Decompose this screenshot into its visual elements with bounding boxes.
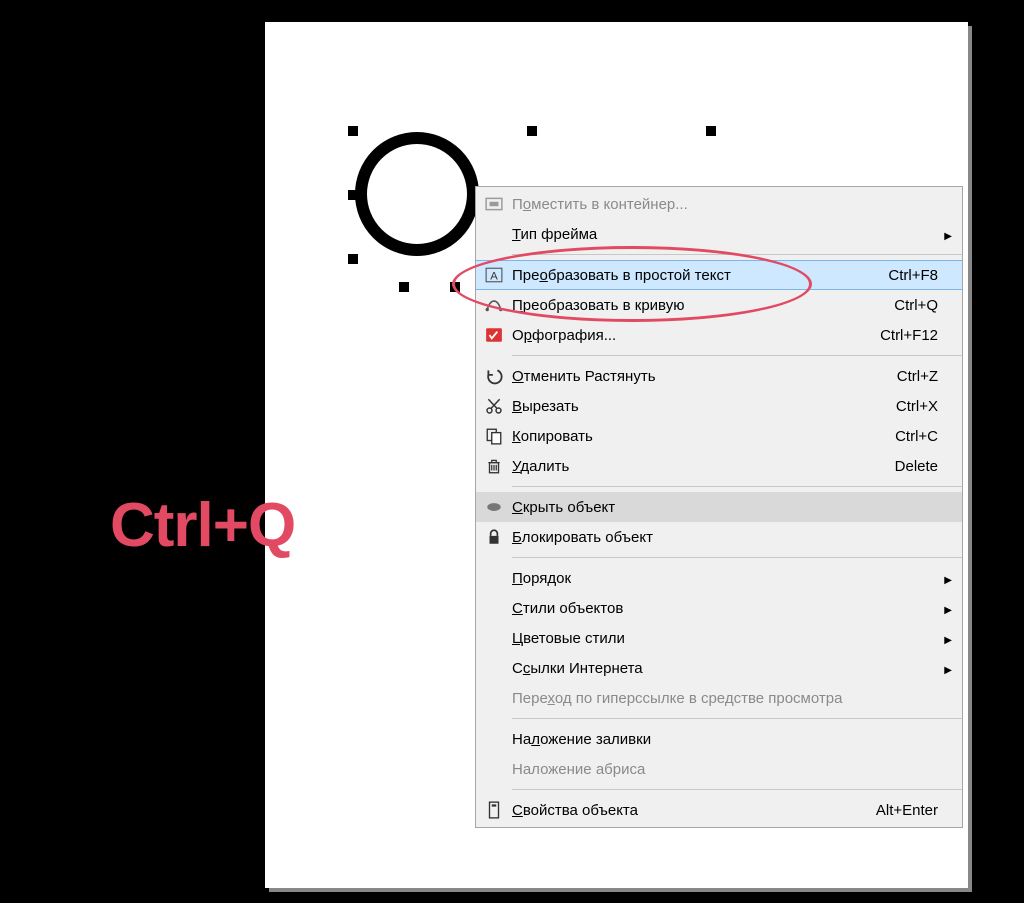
copy-icon: [476, 427, 512, 445]
submenu-arrow-icon: ▶: [938, 226, 952, 243]
submenu-arrow-icon: ▶: [938, 600, 952, 617]
menu-item-delete[interactable]: УдалитьDelete: [476, 451, 962, 481]
menu-item-frame-type[interactable]: Тип фрейма▶: [476, 219, 962, 249]
menu-item-outline-overprint: Наложение абриса: [476, 754, 962, 784]
undo-icon: [476, 367, 512, 385]
selection-handle[interactable]: [348, 190, 358, 200]
menu-item-label: Скрыть объект: [512, 499, 938, 516]
menu-item-label: Наложение заливки: [512, 731, 938, 748]
menu-item-label: Блокировать объект: [512, 529, 938, 546]
menu-item-label: Отменить Растянуть: [512, 368, 897, 385]
submenu-arrow-icon: ▶: [938, 630, 952, 647]
curve-convert-icon: [476, 296, 512, 314]
menu-item-shortcut: Alt+Enter: [876, 802, 938, 819]
menu-separator: [512, 355, 962, 356]
menu-item-label: Переход по гиперссылке в средстве просмо…: [512, 690, 938, 707]
menu-item-label: Копировать: [512, 428, 895, 445]
menu-item-shortcut: Ctrl+Q: [894, 297, 938, 314]
menu-item-convert-plain-text[interactable]: A Преобразовать в простой текстCtrl+F8: [476, 260, 962, 290]
menu-item-label: Стили объектов: [512, 600, 938, 617]
menu-item-color-styles[interactable]: Цветовые стили▶: [476, 623, 962, 653]
selected-text-glyph[interactable]: [355, 132, 479, 256]
ellipse-icon: [476, 498, 512, 516]
menu-item-label: Вырезать: [512, 398, 896, 415]
menu-separator: [512, 718, 962, 719]
menu-separator: [512, 254, 962, 255]
menu-item-shortcut: Ctrl+X: [896, 398, 938, 415]
menu-item-cut[interactable]: ВырезатьCtrl+X: [476, 391, 962, 421]
menu-item-place-in-container: Поместить в контейнер...: [476, 189, 962, 219]
selection-handle[interactable]: [348, 254, 358, 264]
menu-item-shortcut: Ctrl+F8: [888, 267, 938, 284]
menu-item-shortcut: Ctrl+C: [895, 428, 938, 445]
menu-item-fill-overprint[interactable]: Наложение заливки: [476, 724, 962, 754]
menu-item-label: Преобразовать в простой текст: [512, 267, 888, 284]
svg-text:A: A: [490, 271, 498, 283]
context-menu: Поместить в контейнер...Тип фрейма▶AПрео…: [475, 186, 963, 828]
menu-item-undo-stretch[interactable]: Отменить РастянутьCtrl+Z: [476, 361, 962, 391]
properties-icon: [476, 801, 512, 819]
submenu-arrow-icon: ▶: [938, 660, 952, 677]
menu-item-label: Удалить: [512, 458, 895, 475]
trash-icon: [476, 457, 512, 475]
annotation-shortcut-label: Ctrl+Q: [110, 490, 295, 561]
menu-item-label: Тип фрейма: [512, 226, 938, 243]
menu-item-shortcut: Delete: [895, 458, 938, 475]
menu-item-label: Порядок: [512, 570, 938, 587]
menu-item-order[interactable]: Порядок▶: [476, 563, 962, 593]
menu-item-label: Цветовые стили: [512, 630, 938, 647]
menu-item-object-styles[interactable]: Стили объектов▶: [476, 593, 962, 623]
submenu-arrow-icon: ▶: [938, 570, 952, 587]
menu-item-copy[interactable]: КопироватьCtrl+C: [476, 421, 962, 451]
menu-item-label: Наложение абриса: [512, 761, 938, 778]
menu-item-convert-to-curve[interactable]: Преобразовать в кривуюCtrl+Q: [476, 290, 962, 320]
cut-icon: [476, 397, 512, 415]
menu-item-label: Ссылки Интернета: [512, 660, 938, 677]
selection-handle[interactable]: [706, 126, 716, 136]
menu-separator: [512, 557, 962, 558]
selection-handle[interactable]: [527, 126, 537, 136]
menu-item-hyperlink-viewer: Переход по гиперссылке в средстве просмо…: [476, 683, 962, 713]
menu-item-hide-object[interactable]: Скрыть объект: [476, 492, 962, 522]
menu-item-shortcut: Ctrl+Z: [897, 368, 938, 385]
menu-item-shortcut: Ctrl+F12: [880, 327, 938, 344]
selection-handle[interactable]: [399, 282, 409, 292]
menu-separator: [512, 789, 962, 790]
menu-item-label: Преобразовать в кривую: [512, 297, 894, 314]
spellcheck-icon: [476, 326, 512, 344]
menu-item-label: Свойства объекта: [512, 802, 876, 819]
menu-item-lock-object[interactable]: Блокировать объект: [476, 522, 962, 552]
menu-item-label: Орфография...: [512, 327, 880, 344]
menu-item-label: Поместить в контейнер...: [512, 196, 938, 213]
menu-item-internet-links[interactable]: Ссылки Интернета▶: [476, 653, 962, 683]
selection-handle[interactable]: [348, 126, 358, 136]
menu-item-spelling[interactable]: Орфография...Ctrl+F12: [476, 320, 962, 350]
menu-separator: [512, 486, 962, 487]
text-convert-icon: A: [476, 266, 512, 284]
selection-handle[interactable]: [450, 282, 460, 292]
container-icon: [476, 195, 512, 213]
lock-icon: [476, 528, 512, 546]
menu-item-object-properties[interactable]: Свойства объектаAlt+Enter: [476, 795, 962, 825]
